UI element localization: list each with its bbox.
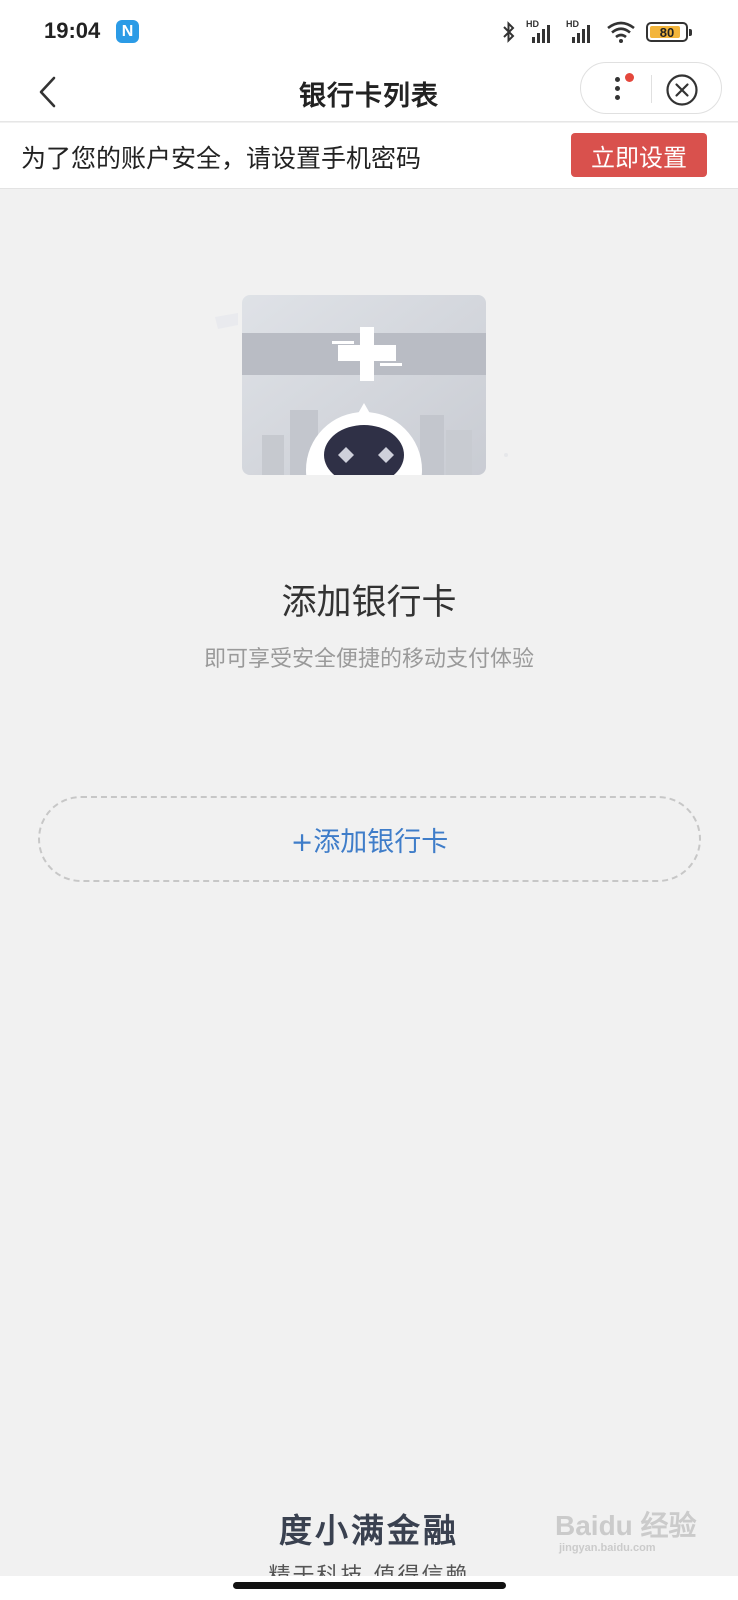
- status-time: 19:04: [44, 18, 101, 43]
- set-password-button[interactable]: 立即设置: [571, 133, 707, 177]
- wifi-icon: [607, 21, 635, 43]
- app-notification-icon: N: [116, 20, 139, 43]
- close-circle-icon: [666, 74, 698, 106]
- hd-signal-icon: HD: [526, 19, 550, 43]
- baidu-jingyan-watermark: Baidu 经验 jingyan.baidu.com: [555, 1505, 705, 1555]
- empty-state-subtitle: 即可享受安全便捷的移动支付体验: [203, 647, 534, 672]
- status-icons: HD HD 80: [502, 18, 692, 46]
- home-indicator[interactable]: [233, 1582, 506, 1589]
- close-button[interactable]: [665, 73, 699, 107]
- empty-state-title: 添加银行卡: [281, 583, 457, 623]
- notice-text: 为了您的账户安全，请设置手机密码: [21, 144, 422, 173]
- more-vertical-icon: [615, 77, 620, 82]
- bank-card-robot-illustration: [215, 295, 508, 475]
- status-bar: 19:04 N HD HD 80: [0, 0, 738, 62]
- add-bank-card-button[interactable]: +添加银行卡: [38, 796, 701, 882]
- more-button[interactable]: [597, 69, 637, 109]
- bluetooth-icon: [503, 21, 515, 43]
- capsule-divider: [651, 75, 652, 103]
- mini-program-capsule: [580, 62, 722, 114]
- battery-icon: 80: [646, 22, 692, 42]
- add-bank-card-label: +添加银行卡: [290, 826, 449, 858]
- footer-slogan: 精于科技 值得信赖: [0, 1560, 738, 1576]
- svg-text:jingyan.baidu.com: jingyan.baidu.com: [558, 1542, 656, 1554]
- nav-bar: 银行卡列表: [0, 62, 738, 122]
- svg-text:HD: HD: [566, 19, 579, 29]
- hd-signal-icon: HD: [566, 19, 590, 43]
- svg-text:Baidu 经验: Baidu 经验: [555, 1509, 697, 1541]
- notification-dot: [625, 73, 634, 82]
- security-notice-banner: 为了您的账户安全，请设置手机密码 立即设置: [0, 123, 738, 189]
- svg-text:HD: HD: [526, 19, 539, 29]
